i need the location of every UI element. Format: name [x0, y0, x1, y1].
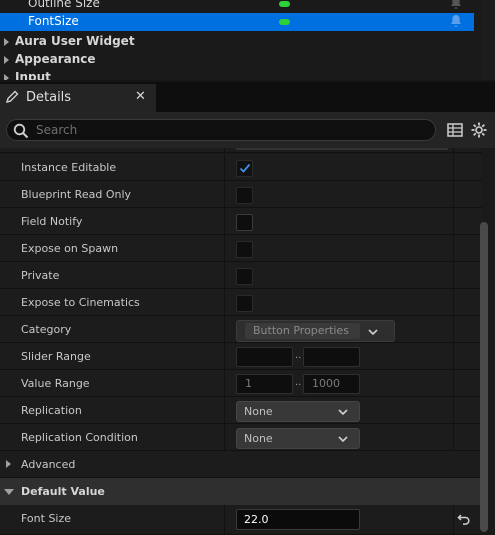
expand-arrow-icon[interactable] [4, 38, 9, 46]
category-combobox[interactable]: Button Properties [236, 320, 395, 342]
category-label: Aura User Widget [15, 34, 135, 48]
property-slider-range: Slider Range .. [0, 343, 482, 370]
property-label: Instance Editable [21, 161, 117, 174]
details-tabbar: Details ✕ [0, 82, 495, 112]
category-label: Input [15, 70, 51, 80]
expand-arrow-icon[interactable] [6, 460, 11, 468]
expand-arrow-icon[interactable] [4, 56, 9, 64]
variable-row-fontsize[interactable]: FontSize [0, 13, 474, 31]
instance-editable-checkbox[interactable] [236, 160, 253, 177]
range-separator: .. [295, 350, 302, 361]
pencil-icon [5, 90, 19, 104]
reset-to-default-icon[interactable] [457, 512, 471, 526]
chevron-down-icon [338, 409, 348, 416]
expose-on-spawn-checkbox[interactable] [236, 241, 253, 258]
property-category: Category Button Properties [0, 316, 482, 343]
details-toolbar: Search [0, 112, 495, 148]
property-private: Private [0, 262, 482, 289]
property-label: Expose to Cinematics [21, 296, 140, 309]
variable-type-pill [279, 1, 290, 7]
variables-scrollbar[interactable] [482, 0, 495, 80]
property-label: Field Notify [21, 215, 83, 228]
replication-dropdown[interactable]: None [236, 401, 360, 422]
category-value: Button Properties [253, 324, 349, 337]
property-instance-editable: Instance Editable [0, 154, 482, 181]
property-label: Slider Range [21, 350, 91, 363]
category-aura-user-widget[interactable]: Aura User Widget [0, 33, 474, 51]
property-label: Replication [21, 404, 82, 417]
variables-list: Outline Size FontSize Aura User Widget A… [0, 0, 495, 80]
gear-icon[interactable] [470, 121, 488, 139]
chevron-down-icon [368, 329, 378, 336]
property-expose-on-spawn: Expose on Spawn [0, 235, 482, 262]
value-range-max: 1000 [312, 377, 340, 390]
replication-value: None [244, 405, 273, 418]
section-advanced[interactable]: Advanced [0, 451, 482, 478]
property-replication: Replication None [0, 397, 482, 424]
value-range-min: 1 [245, 377, 252, 390]
expand-arrow-icon[interactable] [4, 74, 9, 80]
value-range-min-input[interactable]: 1 [236, 374, 293, 394]
property-label: Private [21, 269, 60, 282]
section-label: Advanced [21, 458, 76, 471]
section-default-value[interactable]: Default Value [0, 478, 482, 505]
slider-range-min-input[interactable] [236, 347, 293, 367]
blueprint-read-only-checkbox[interactable] [236, 187, 253, 204]
property-value-range: Value Range 1 .. 1000 [0, 370, 482, 397]
variable-row-outline-size[interactable]: Outline Size [0, 0, 474, 13]
details-panel: Instance Editable Blueprint Read Only Fi… [0, 148, 482, 535]
slider-range-max-input[interactable] [303, 347, 360, 367]
property-label: Expose on Spawn [21, 242, 119, 255]
field-notify-checkbox[interactable] [236, 214, 253, 231]
expose-to-cinematics-checkbox[interactable] [236, 295, 253, 312]
bell-icon[interactable] [450, 14, 462, 28]
range-separator: .. [295, 377, 302, 388]
property-label: Category [21, 323, 72, 336]
bell-icon[interactable] [450, 0, 462, 10]
section-label: Default Value [21, 485, 105, 498]
property-replication-condition: Replication Condition None [0, 424, 482, 451]
search-icon [13, 123, 29, 139]
property-label: Replication Condition [21, 431, 138, 444]
close-icon[interactable]: ✕ [135, 89, 146, 104]
chevron-down-icon [338, 436, 348, 443]
search-placeholder: Search [36, 123, 78, 137]
details-scrollbar-thumb[interactable] [480, 222, 488, 532]
search-input[interactable]: Search [6, 119, 436, 141]
category-input[interactable]: Input [0, 69, 474, 80]
variable-name: Outline Size [28, 0, 100, 10]
font-size-value: 22.0 [244, 513, 269, 526]
collapse-arrow-icon[interactable] [4, 489, 14, 495]
property-field-notify: Field Notify [0, 208, 482, 235]
replication-condition-value: None [244, 432, 273, 445]
variable-name: FontSize [28, 14, 79, 28]
property-font-size: Font Size 22.0 [0, 505, 482, 535]
property-label: Font Size [21, 512, 72, 525]
category-label: Appearance [15, 52, 96, 66]
value-range-max-input[interactable]: 1000 [303, 374, 360, 394]
property-row-partial [0, 148, 482, 153]
property-expose-to-cinematics: Expose to Cinematics [0, 289, 482, 316]
property-label: Blueprint Read Only [21, 188, 132, 201]
property-blueprint-read-only: Blueprint Read Only [0, 181, 482, 208]
replication-condition-dropdown[interactable]: None [236, 428, 360, 449]
private-checkbox[interactable] [236, 268, 253, 285]
tab-details[interactable]: Details ✕ [0, 84, 156, 112]
table-view-icon[interactable] [446, 121, 464, 139]
checkmark-icon [239, 163, 251, 173]
property-label: Value Range [21, 377, 90, 390]
category-appearance[interactable]: Appearance [0, 51, 474, 69]
font-size-input[interactable]: 22.0 [236, 509, 360, 530]
variable-type-pill [279, 19, 290, 25]
tab-title: Details [26, 90, 72, 105]
